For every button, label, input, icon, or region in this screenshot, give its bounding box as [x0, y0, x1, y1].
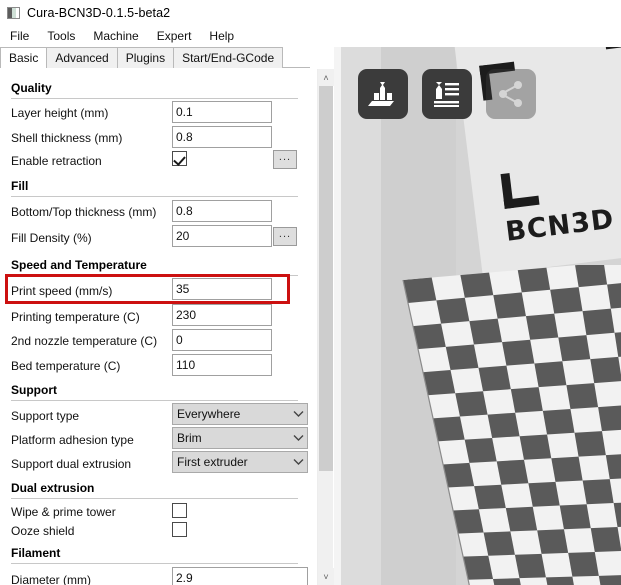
- label-bottom-top-thickness: Bottom/Top thickness (mm): [11, 205, 157, 219]
- input-print-speed[interactable]: [172, 278, 272, 300]
- menu-item-help[interactable]: Help: [200, 27, 243, 46]
- input-second-nozzle-temperature[interactable]: [172, 329, 272, 351]
- build-plate[interactable]: [341, 265, 621, 585]
- section-title-dual-extrusion: Dual extrusion: [11, 481, 95, 495]
- label-second-nozzle-temperature: 2nd nozzle temperature (C): [11, 334, 158, 348]
- section-rule-filament: [11, 563, 298, 564]
- section-rule-speed-temperature: [11, 275, 298, 276]
- model-viewport[interactable]: BCN3D: [341, 47, 621, 585]
- label-printing-temperature: Printing temperature (C): [11, 310, 140, 324]
- settings-scrollbar[interactable]: ˄ ˅: [317, 69, 334, 585]
- input-shell-thickness[interactable]: [172, 126, 272, 148]
- select-support-dual-extrusion[interactable]: First extruder: [172, 451, 308, 473]
- input-diameter[interactable]: [172, 567, 308, 585]
- load-model-button[interactable]: [358, 69, 408, 119]
- label-print-speed: Print speed (mm/s): [11, 284, 113, 298]
- scrollbar-thumb[interactable]: [319, 86, 333, 471]
- bcn3d-logo-plane: BCN3D: [451, 47, 621, 276]
- brand-text: BCN3D: [503, 203, 616, 248]
- section-title-filament: Filament: [11, 546, 61, 560]
- tab-basic[interactable]: Basic: [0, 47, 48, 68]
- tab-row: Basic Advanced Plugins Start/End-GCode: [0, 47, 284, 68]
- chevron-down-icon: [289, 434, 307, 442]
- select-platform-adhesion-type[interactable]: Brim: [172, 427, 308, 449]
- select-support-type[interactable]: Everywhere: [172, 403, 308, 425]
- label-support-dual-extrusion: Support dual extrusion: [11, 457, 132, 471]
- label-platform-adhesion-type: Platform adhesion type: [11, 433, 134, 447]
- section-title-support: Support: [11, 383, 57, 397]
- scroll-down-arrow-icon[interactable]: ˅: [318, 568, 334, 585]
- menu-item-machine[interactable]: Machine: [84, 27, 147, 46]
- bracket-top-right-icon: [605, 47, 621, 76]
- menu-item-file[interactable]: File: [1, 27, 38, 46]
- checkbox-wipe-prime-tower[interactable]: [172, 503, 187, 518]
- input-layer-height[interactable]: [172, 101, 272, 123]
- checkbox-enable-retraction[interactable]: [172, 151, 187, 166]
- section-title-fill: Fill: [11, 179, 29, 193]
- section-rule-fill: [11, 196, 298, 197]
- label-layer-height: Layer height (mm): [11, 106, 109, 120]
- chevron-down-icon: [289, 410, 307, 418]
- label-ooze-shield: Ooze shield: [11, 524, 75, 538]
- section-title-quality: Quality: [11, 81, 52, 95]
- select-support-dual-extrusion-value: First extruder: [177, 455, 248, 469]
- panel-divider: [334, 47, 341, 585]
- share-button[interactable]: [486, 69, 536, 119]
- title-bar: Cura-BCN3D-0.1.5-beta2: [0, 0, 621, 26]
- label-shell-thickness: Shell thickness (mm): [11, 131, 123, 145]
- input-bed-temperature[interactable]: [172, 354, 272, 376]
- section-rule-support: [11, 400, 298, 401]
- fill-density-options-button[interactable]: ...: [273, 227, 297, 246]
- menu-item-tools[interactable]: Tools: [38, 27, 84, 46]
- section-title-speed-temperature: Speed and Temperature: [11, 258, 147, 272]
- window-title: Cura-BCN3D-0.1.5-beta2: [27, 6, 171, 20]
- tab-advanced[interactable]: Advanced: [46, 47, 118, 68]
- save-toolpath-button[interactable]: [422, 69, 472, 119]
- scroll-up-arrow-icon[interactable]: ˄: [318, 69, 334, 86]
- input-bottom-top-thickness[interactable]: [172, 200, 272, 222]
- label-wipe-prime-tower: Wipe & prime tower: [11, 505, 116, 519]
- label-enable-retraction: Enable retraction: [11, 154, 102, 168]
- window-icon: [7, 7, 20, 19]
- bracket-bottom-left-icon: [500, 169, 540, 209]
- input-printing-temperature[interactable]: [172, 304, 272, 326]
- label-bed-temperature: Bed temperature (C): [11, 359, 121, 373]
- chevron-down-icon: [289, 458, 307, 466]
- menu-bar: File Tools Machine Expert Help: [0, 26, 621, 47]
- cura-application-window: Cura-BCN3D-0.1.5-beta2 File Tools Machin…: [0, 0, 621, 585]
- label-diameter: Diameter (mm): [11, 573, 91, 585]
- input-fill-density[interactable]: [172, 225, 272, 247]
- checkbox-ooze-shield[interactable]: [172, 522, 187, 537]
- label-support-type: Support type: [11, 409, 80, 423]
- tab-start-end-gcode[interactable]: Start/End-GCode: [173, 47, 284, 68]
- label-fill-density: Fill Density (%): [11, 231, 92, 245]
- section-rule-quality: [11, 98, 298, 99]
- menu-item-expert[interactable]: Expert: [148, 27, 201, 46]
- section-rule-dual-extrusion: [11, 498, 298, 499]
- settings-panel: Quality Layer height (mm) Shell thicknes…: [0, 68, 310, 585]
- select-platform-adhesion-type-value: Brim: [177, 431, 202, 445]
- retraction-options-button[interactable]: ...: [273, 150, 297, 169]
- tab-plugins[interactable]: Plugins: [116, 47, 175, 68]
- select-support-type-value: Everywhere: [177, 407, 241, 421]
